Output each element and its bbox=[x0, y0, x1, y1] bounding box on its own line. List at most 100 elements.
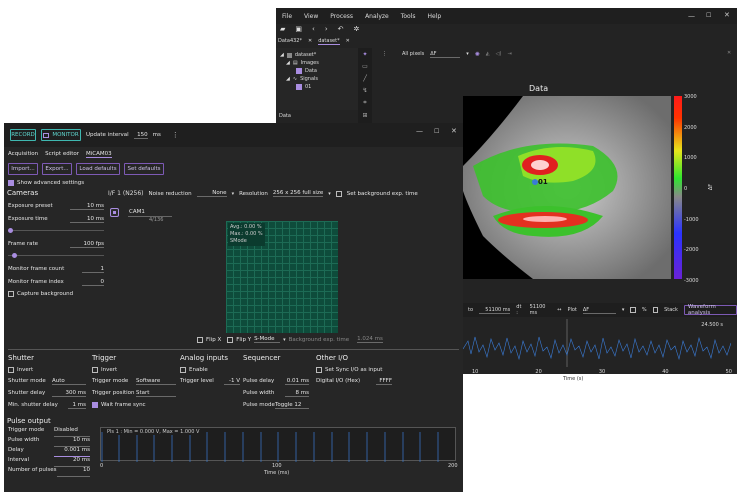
tab-micam03[interactable]: MiCAM03 bbox=[86, 151, 112, 158]
sync-io-checkbox[interactable] bbox=[316, 367, 322, 373]
grid-tool-icon[interactable]: ⊞ bbox=[362, 112, 367, 119]
tree-data[interactable]: Data bbox=[305, 68, 317, 74]
pulse-mode-select[interactable]: Toggle 12 bbox=[275, 402, 309, 409]
tab-script-editor[interactable]: Script editor bbox=[45, 151, 79, 158]
frame-rate-field[interactable]: 100 fps bbox=[70, 241, 104, 248]
tab-close-icon[interactable]: ✕ bbox=[346, 38, 350, 45]
forward-icon[interactable]: › bbox=[325, 25, 328, 36]
close-icon[interactable]: ✕ bbox=[451, 127, 457, 135]
crop-tool-icon[interactable]: ⌗ bbox=[363, 99, 366, 107]
record-button[interactable]: RECORD bbox=[10, 129, 36, 141]
undo-icon[interactable]: ↶ bbox=[338, 25, 344, 36]
plot-select[interactable]: ΔF bbox=[582, 307, 616, 314]
more-icon[interactable]: ⋮ bbox=[172, 131, 179, 139]
trigger-level-field[interactable]: -1 V bbox=[224, 378, 240, 385]
folder-icon[interactable]: ▰ bbox=[280, 25, 285, 36]
menu-view[interactable]: View bbox=[304, 13, 318, 20]
update-interval-field[interactable]: 150 bbox=[133, 132, 148, 139]
tree-images[interactable]: Images bbox=[301, 60, 319, 66]
tree-signals[interactable]: Signals bbox=[300, 76, 318, 82]
data-checkbox[interactable] bbox=[296, 68, 302, 74]
menu-tools[interactable]: Tools bbox=[401, 13, 416, 20]
volume-icon[interactable]: ◁) bbox=[496, 51, 502, 57]
monitor-frame-count-field[interactable]: 1 bbox=[82, 266, 104, 273]
camera-preview[interactable]: Avg.: 0.00 % Max.: 0.00 % SMode bbox=[226, 221, 338, 333]
resolution-select[interactable]: 256 x 256 full size bbox=[272, 190, 324, 197]
min-shutter-delay-field[interactable]: 1 ms bbox=[68, 402, 86, 409]
noise-reduction-select[interactable]: None bbox=[196, 190, 227, 197]
import-button[interactable]: Import... bbox=[8, 163, 38, 175]
tree-root[interactable]: dataset* bbox=[295, 52, 316, 58]
camera-icon[interactable] bbox=[110, 208, 119, 217]
menu-help[interactable]: Help bbox=[428, 13, 442, 20]
pulse-width-field[interactable]: 8 ms bbox=[285, 390, 309, 397]
menu-file[interactable]: File bbox=[282, 13, 292, 20]
delta-select[interactable]: ΔF bbox=[430, 51, 461, 58]
interval-field[interactable]: 20 ms bbox=[54, 457, 90, 467]
close-icon[interactable]: ✕ bbox=[724, 11, 730, 19]
maximize-icon[interactable]: ☐ bbox=[434, 128, 439, 135]
minimize-icon[interactable]: — bbox=[688, 12, 695, 20]
expand-icon[interactable]: ◢ bbox=[286, 76, 290, 82]
chart-icon[interactable]: ◭ bbox=[486, 51, 490, 57]
exposure-slider[interactable] bbox=[8, 228, 104, 234]
chevron-down-icon[interactable]: ▾ bbox=[283, 337, 286, 343]
shutter-delay-field[interactable]: 300 ms bbox=[52, 390, 86, 397]
tab-data432[interactable]: Data432* bbox=[278, 38, 302, 45]
smode-select[interactable]: S-Mode bbox=[254, 336, 281, 343]
show-advanced-checkbox[interactable] bbox=[8, 180, 14, 186]
wait-frame-sync-checkbox[interactable] bbox=[92, 402, 98, 408]
chevron-down-icon[interactable]: ▾ bbox=[622, 307, 625, 313]
flip-x-checkbox[interactable] bbox=[197, 336, 203, 343]
stack-checkbox[interactable] bbox=[652, 307, 659, 313]
shutter-mode-select[interactable]: Auto bbox=[52, 378, 86, 385]
trigger-mode-select[interactable]: Software bbox=[136, 378, 176, 385]
gear-icon[interactable]: ✲ bbox=[354, 25, 360, 36]
tab-dataset[interactable]: dataset* bbox=[318, 38, 340, 45]
tab-acquisition[interactable]: Acquisition bbox=[8, 151, 38, 158]
pointer-tool-icon[interactable]: ✦ bbox=[362, 51, 367, 58]
menu-process[interactable]: Process bbox=[330, 13, 353, 20]
monitor-button[interactable]: MONITOR bbox=[41, 129, 81, 141]
chevron-down-icon[interactable]: ▾ bbox=[328, 191, 331, 197]
tree-signal-01[interactable]: 01 bbox=[305, 84, 311, 90]
signal-checkbox[interactable] bbox=[296, 84, 302, 90]
pulse-width-out-field[interactable]: 10 ms bbox=[54, 437, 90, 447]
panel-close-icon[interactable]: ✕ bbox=[727, 50, 731, 56]
menu-analyze[interactable]: Analyze bbox=[365, 13, 389, 20]
line-tool-icon[interactable]: ╱ bbox=[363, 75, 367, 82]
tab-close-icon[interactable]: ✕ bbox=[308, 38, 312, 45]
expand-icon[interactable]: ◢ bbox=[280, 52, 284, 58]
exposure-preset-select[interactable]: 10 ms bbox=[70, 203, 104, 210]
capture-background-checkbox[interactable] bbox=[8, 291, 14, 297]
set-bg-exp-checkbox[interactable] bbox=[335, 190, 342, 197]
minimize-icon[interactable]: — bbox=[416, 127, 423, 135]
bg-exp-field[interactable]: 1.024 ms bbox=[357, 336, 383, 343]
pulse-trigger-mode-select[interactable]: Disabled bbox=[54, 427, 90, 437]
more-icon[interactable]: ⋮ bbox=[382, 51, 387, 57]
chevron-down-icon[interactable]: ▾ bbox=[232, 191, 235, 197]
path-tool-icon[interactable]: ↯ bbox=[362, 87, 367, 94]
to-field[interactable]: 51100 ms bbox=[479, 307, 511, 314]
shutter-invert-checkbox[interactable] bbox=[8, 367, 14, 373]
frame-rate-slider[interactable] bbox=[8, 253, 104, 259]
pct-checkbox[interactable] bbox=[630, 307, 636, 313]
maximize-icon[interactable]: ☐ bbox=[706, 12, 711, 19]
pulse-delay-field[interactable]: 0.01 ms bbox=[285, 378, 309, 385]
save-icon[interactable]: ▣ bbox=[295, 25, 302, 36]
chevron-down-icon[interactable]: ▾ bbox=[466, 51, 469, 57]
back-icon[interactable]: ‹ bbox=[312, 25, 315, 36]
link-icon[interactable]: ↔ bbox=[557, 307, 561, 313]
analog-enable-checkbox[interactable] bbox=[180, 367, 186, 373]
pixels-select[interactable]: All pixels bbox=[402, 51, 424, 57]
set-defaults-button[interactable]: Set defaults bbox=[124, 163, 164, 175]
image-canvas[interactable]: 01 bbox=[463, 96, 671, 279]
delay-field[interactable]: 0.001 ms bbox=[54, 447, 90, 457]
waveform-analysis-button[interactable]: Waveform analysis bbox=[683, 304, 737, 316]
trigger-position-select[interactable]: Start bbox=[136, 390, 176, 397]
expand-icon[interactable]: ◢ bbox=[286, 60, 290, 66]
exposure-time-field[interactable]: 10 ms bbox=[70, 216, 104, 223]
color-icon[interactable]: ✺ bbox=[475, 51, 480, 58]
pulse-plot[interactable]: Pls 1 : Min = 0.000 V, Max = 1.000 V bbox=[100, 427, 456, 462]
monitor-frame-index-field[interactable]: 0 bbox=[82, 279, 104, 286]
